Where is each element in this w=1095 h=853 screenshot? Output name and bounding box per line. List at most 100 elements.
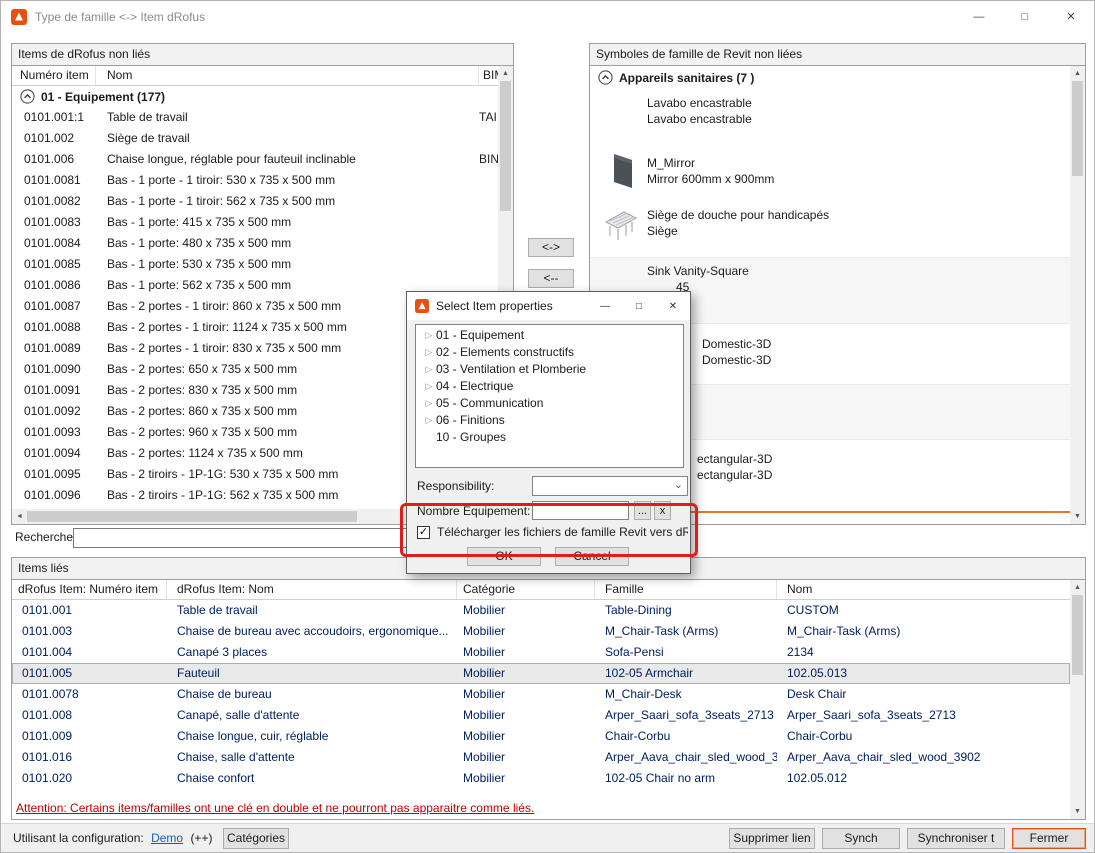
column-drofus-nom[interactable]: dRofus Item: Nom	[167, 580, 457, 599]
expand-triangle-icon[interactable]: ▷	[422, 378, 436, 395]
table-row[interactable]: 0101.006Chaise longue, réglable pour fau…	[12, 149, 498, 170]
synchronize-all-button[interactable]: Synchroniser t	[907, 828, 1005, 849]
family-name[interactable]: Siège de douche pour handicapés	[647, 208, 829, 222]
cat-cell: Mobilier	[457, 684, 595, 705]
column-famille[interactable]: Famille	[595, 580, 777, 599]
nombre-equipement-input[interactable]	[532, 501, 629, 520]
ok-button[interactable]: OK	[467, 547, 541, 566]
linked-items-list: 0101.001Table de travailMobilierTable-Di…	[12, 600, 1070, 819]
expand-triangle-icon[interactable]: ▷	[422, 412, 436, 429]
vertical-scrollbar[interactable]: ▲ ▼	[1070, 66, 1085, 524]
maximize-button[interactable]: □	[1002, 1, 1048, 32]
name-cell: Arper_Saari_sofa_3seats_2713	[777, 705, 1070, 726]
table-row[interactable]: 0101.004Canapé 3 placesMobilierSofa-Pens…	[12, 642, 1070, 663]
search-label: Recherche:	[15, 530, 76, 544]
nom-cell: Chaise longue, cuir, réglable	[167, 726, 457, 747]
table-row[interactable]: 0101.009Chaise longue, cuir, réglableMob…	[12, 726, 1070, 747]
clear-button[interactable]: x	[654, 501, 671, 520]
mirror-thumbnail-icon	[610, 152, 636, 193]
cancel-button[interactable]: Cancel	[555, 547, 629, 566]
table-row[interactable]: 0101.0083Bas - 1 porte: 415 x 735 x 500 …	[12, 212, 498, 233]
vertical-scrollbar[interactable]: ▲ ▼	[1070, 580, 1085, 819]
expand-triangle-icon[interactable]: ▷	[422, 395, 436, 412]
categories-button[interactable]: Catégories	[223, 828, 289, 849]
column-nom[interactable]: Nom	[96, 66, 479, 85]
column-bim[interactable]: BIM	[479, 66, 498, 85]
download-families-checkbox[interactable]: ✓	[417, 526, 430, 539]
name-cell: M_Chair-Task (Arms)	[777, 621, 1070, 642]
num-cell: 0101.0087	[12, 296, 96, 317]
family-type[interactable]: Lavabo encastrable	[647, 112, 752, 126]
family-name[interactable]: M_Mirror	[647, 156, 695, 170]
collapse-group-icon[interactable]	[598, 70, 613, 85]
expand-triangle-icon[interactable]: ▷	[422, 361, 436, 378]
scrollbar-thumb[interactable]	[1072, 595, 1083, 675]
group-row-appareils[interactable]: Appareils sanitaires (7 )	[598, 70, 754, 85]
scroll-down-icon[interactable]: ▼	[1070, 804, 1085, 819]
tree-item[interactable]: ▷01 - Equipement	[416, 327, 683, 344]
tree-item[interactable]: ▷05 - Communication	[416, 395, 683, 412]
table-row[interactable]: 0101.0084Bas - 1 porte: 480 x 735 x 500 …	[12, 233, 498, 254]
name-cell: CUSTOM	[777, 600, 1070, 621]
tree-item[interactable]: ▷04 - Electrique	[416, 378, 683, 395]
table-row[interactable]: 0101.0081Bas - 1 porte - 1 tiroir: 530 x…	[12, 170, 498, 191]
remove-link-button[interactable]: Supprimer lien	[729, 828, 815, 849]
table-row[interactable]: 0101.002Siège de travail	[12, 128, 498, 149]
table-row[interactable]: 0101.0085Bas - 1 porte: 530 x 735 x 500 …	[12, 254, 498, 275]
close-button[interactable]: ✕	[1048, 1, 1094, 32]
scroll-up-icon[interactable]: ▲	[498, 66, 513, 81]
table-row-selected[interactable]: 0101.005FauteuilMobilier102-05 Armchair1…	[12, 663, 1070, 684]
family-type[interactable]: Siège	[647, 224, 678, 238]
collapse-group-icon[interactable]	[20, 89, 35, 104]
expand-triangle-icon[interactable]: ▷	[422, 327, 436, 344]
minimize-button[interactable]: —	[956, 1, 1002, 32]
tree-item[interactable]: ▷03 - Ventilation et Plomberie	[416, 361, 683, 378]
responsibility-select[interactable]: ⌄	[532, 476, 688, 496]
tree-item[interactable]: 10 - Groupes	[416, 429, 683, 446]
column-numero-item[interactable]: Numéro item	[12, 66, 96, 85]
scrollbar-thumb[interactable]	[1072, 81, 1083, 176]
dialog-close-button[interactable]: ✕	[656, 292, 690, 320]
family-name[interactable]: ectangular-3D	[697, 452, 772, 466]
expand-triangle-icon[interactable]: ▷	[422, 344, 436, 361]
scroll-up-icon[interactable]: ▲	[1070, 580, 1085, 595]
scroll-left-icon[interactable]: ◄	[12, 509, 27, 524]
table-row[interactable]: 0101.003Chaise de bureau avec accoudoirs…	[12, 621, 1070, 642]
unlink-items-button[interactable]: <--	[528, 269, 574, 288]
column-drofus-numero[interactable]: dRofus Item: Numéro item	[12, 580, 167, 599]
configuration-link[interactable]: Demo	[151, 831, 183, 845]
tree-item[interactable]: ▷02 - Elements constructifs	[416, 344, 683, 361]
scroll-up-icon[interactable]: ▲	[1070, 66, 1085, 81]
browse-button[interactable]: ...	[634, 501, 651, 520]
link-items-button[interactable]: <->	[528, 238, 574, 257]
num-cell: 0101.002	[12, 128, 96, 149]
tree-indent-spacer	[422, 429, 436, 446]
scroll-down-icon[interactable]: ▼	[1070, 509, 1085, 524]
family-name[interactable]: Lavabo encastrable	[647, 96, 752, 110]
num-cell: 0101.0083	[12, 212, 96, 233]
table-row[interactable]: 0101.0078Chaise de bureauMobilierM_Chair…	[12, 684, 1070, 705]
cat-cell: Mobilier	[457, 768, 595, 789]
family-type[interactable]: Domestic-3D	[702, 353, 771, 367]
scrollbar-thumb[interactable]	[500, 81, 511, 211]
column-nom[interactable]: Nom	[777, 580, 1070, 599]
family-name[interactable]: Sink Vanity-Square	[647, 264, 749, 278]
tree-item[interactable]: ▷06 - Finitions	[416, 412, 683, 429]
table-row[interactable]: 0101.020Chaise confortMobilier102-05 Cha…	[12, 768, 1070, 789]
group-row-equipement[interactable]: 01 - Equipement (177)	[12, 86, 498, 107]
scrollbar-thumb[interactable]	[27, 511, 357, 522]
table-row[interactable]: 0101.008Canapé, salle d'attenteMobilierA…	[12, 705, 1070, 726]
table-row[interactable]: 0101.016Chaise, salle d'attenteMobilierA…	[12, 747, 1070, 768]
family-name[interactable]: Domestic-3D	[702, 337, 771, 351]
dialog-maximize-button[interactable]: □	[622, 292, 656, 320]
family-type[interactable]: Mirror 600mm x 900mm	[647, 172, 774, 186]
table-row[interactable]: 0101.001Table de travailMobilierTable-Di…	[12, 600, 1070, 621]
table-row[interactable]: 0101.001:1Table de travailTAI	[12, 107, 498, 128]
dialog-minimize-button[interactable]: —	[588, 292, 622, 320]
synch-button[interactable]: Synch	[822, 828, 900, 849]
table-row[interactable]: 0101.0082Bas - 1 porte - 1 tiroir: 562 x…	[12, 191, 498, 212]
column-categorie[interactable]: Catégorie	[457, 580, 595, 599]
tree-item-label: 04 - Electrique	[436, 378, 513, 395]
close-dialog-button[interactable]: Fermer	[1012, 828, 1086, 849]
family-type[interactable]: ectangular-3D	[697, 468, 772, 482]
